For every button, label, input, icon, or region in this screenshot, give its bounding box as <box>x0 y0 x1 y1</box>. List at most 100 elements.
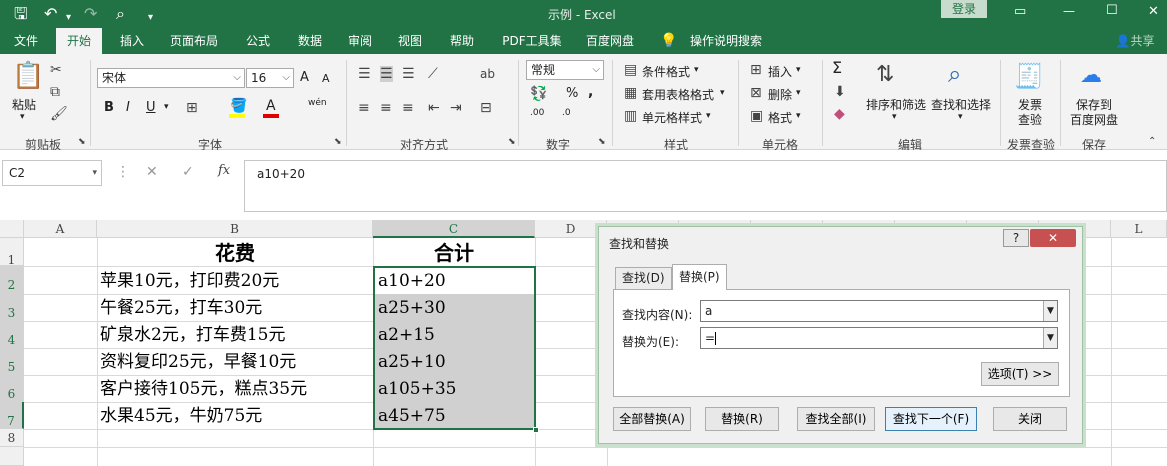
clear-icon[interactable]: ◆ <box>834 106 845 122</box>
tell-me-search[interactable]: 操作说明搜索 <box>684 28 768 54</box>
cell-style-icon[interactable]: ▥ <box>624 108 637 124</box>
options-button[interactable]: 选项(T) >> <box>981 362 1059 386</box>
percent-button[interactable]: % <box>566 86 578 101</box>
number-format-combo[interactable]: 常规 ⌵ <box>526 60 604 80</box>
replace-all-button[interactable]: 全部替换(A) <box>613 407 691 431</box>
row-header-1[interactable]: 1 <box>0 238 24 267</box>
invoice-check-label-2[interactable]: 查验 <box>1018 111 1042 128</box>
conditional-format-button[interactable]: 条件格式 <box>642 63 690 80</box>
share-button[interactable]: 👤共享 <box>1108 28 1162 54</box>
tab-pdf-tools[interactable]: PDF工具集 <box>494 28 570 54</box>
replace-with-input[interactable]: = ▼ <box>700 327 1058 349</box>
tab-formulas[interactable]: 公式 <box>236 28 280 54</box>
help-button[interactable]: ? <box>1003 229 1029 247</box>
redo-icon[interactable]: ↷ <box>84 4 97 24</box>
paste-dropdown-icon[interactable]: ▾ <box>20 112 25 122</box>
row-header-4[interactable]: 4 <box>0 321 24 348</box>
name-box[interactable]: C2 ▾ <box>2 160 102 186</box>
cell-b2[interactable]: 苹果10元，打印费20元 <box>100 268 372 294</box>
format-cells-button[interactable]: 格式 <box>768 109 792 126</box>
tab-home[interactable]: 开始 <box>56 28 102 54</box>
formula-input[interactable]: a10+20 <box>244 160 1167 212</box>
increase-decimal-button[interactable]: .00 <box>530 108 544 118</box>
find-select-icon[interactable]: ⌕ <box>948 60 961 88</box>
cell-c4[interactable]: a2+15 <box>378 322 532 348</box>
autosum-icon[interactable]: Σ <box>832 58 842 77</box>
format-cells-icon[interactable]: ▣ <box>750 108 763 124</box>
cancel-icon[interactable]: ✕ <box>146 164 158 180</box>
cell-b5[interactable]: 资料复印25元，早餐10元 <box>100 349 372 375</box>
fill-handle[interactable] <box>533 427 539 433</box>
tab-baidu-netdisk[interactable]: 百度网盘 <box>578 28 642 54</box>
sort-filter-button[interactable]: 排序和筛选 <box>866 96 926 113</box>
replace-button[interactable]: 替换(R) <box>705 407 779 431</box>
undo-icon[interactable]: ↶ <box>44 4 57 24</box>
print-preview-icon[interactable]: ⌕ <box>116 4 125 24</box>
invoice-check-icon[interactable]: 🧾 <box>1014 62 1044 90</box>
row-header-7[interactable]: 7 <box>0 402 24 429</box>
baidu-netdisk-icon[interactable]: ☁ <box>1080 62 1102 90</box>
find-select-button[interactable]: 查找和选择 <box>931 96 991 113</box>
row-header-9[interactable] <box>0 447 24 466</box>
cell-b6[interactable]: 客户接待105元，糕点35元 <box>100 376 372 402</box>
clipboard-launcher-icon[interactable]: ⬊ <box>78 134 86 150</box>
decrease-decimal-button[interactable]: .0 <box>562 108 571 118</box>
fill-icon[interactable]: ⬇ <box>834 84 846 100</box>
cell-b7[interactable]: 水果45元，牛奶75元 <box>100 403 372 429</box>
underline-dropdown-icon[interactable]: ▾ <box>164 102 169 112</box>
row-header-2[interactable]: 2 <box>0 266 24 294</box>
table-format-button[interactable]: 套用表格格式 <box>642 86 714 103</box>
pinyin-icon[interactable]: wén <box>308 98 327 108</box>
cell-c2[interactable]: a10+20 <box>378 268 532 294</box>
tab-review[interactable]: 审阅 <box>338 28 382 54</box>
cell-b3[interactable]: 午餐25元，打车30元 <box>100 295 372 321</box>
dialog-close-button[interactable]: 关闭 <box>993 407 1067 431</box>
copy-icon[interactable]: ⧉ <box>50 84 60 100</box>
column-header-a[interactable]: A <box>24 220 97 238</box>
row-header-5[interactable]: 5 <box>0 348 24 375</box>
select-all-corner[interactable] <box>0 220 24 238</box>
tab-help[interactable]: 帮助 <box>440 28 484 54</box>
insert-cells-button[interactable]: 插入 <box>768 63 792 80</box>
close-window-icon[interactable]: ✕ <box>1148 4 1159 19</box>
save-icon[interactable]: 🖫 <box>14 4 28 24</box>
cell-style-button[interactable]: 单元格样式 <box>642 109 702 126</box>
wrap-text-icon[interactable]: ab <box>480 66 495 82</box>
save-baidu-label-2[interactable]: 百度网盘 <box>1070 111 1118 128</box>
cell-c3[interactable]: a25+30 <box>378 295 532 321</box>
italic-button[interactable]: I <box>126 100 130 115</box>
cell-c7[interactable]: a45+75 <box>378 403 532 429</box>
tab-file[interactable]: 文件 <box>4 28 48 54</box>
dialog-close-icon[interactable]: ✕ <box>1030 229 1076 247</box>
increase-indent-icon[interactable]: ⇥ <box>450 100 462 116</box>
alignment-launcher-icon[interactable]: ⬊ <box>508 134 516 150</box>
align-top-icon[interactable]: ☰ <box>358 66 371 82</box>
merge-center-icon[interactable]: ⊟ <box>480 100 492 116</box>
paste-label[interactable]: 粘贴 <box>12 96 36 113</box>
fill-color-icon[interactable]: 🪣 <box>230 98 247 114</box>
font-name-combo[interactable]: 宋体 ⌵ <box>97 68 245 88</box>
table-format-icon[interactable]: ▦ <box>624 85 637 101</box>
column-header-l[interactable]: L <box>1111 220 1167 238</box>
cut-icon[interactable]: ✂ <box>50 62 62 78</box>
conditional-format-icon[interactable]: ▤ <box>624 62 637 78</box>
login-button[interactable]: 登录 <box>941 0 987 18</box>
ribbon-display-options-icon[interactable]: ▭ <box>1014 4 1026 19</box>
customize-toolbar-icon[interactable]: ▾ <box>148 8 153 28</box>
maximize-icon[interactable]: ☐ <box>1106 3 1118 18</box>
delete-cells-icon[interactable]: ⊠ <box>750 85 762 101</box>
font-size-combo[interactable]: 16 ⌵ <box>246 68 294 88</box>
collapse-ribbon-icon[interactable]: ⌃ <box>1148 134 1156 150</box>
sort-filter-icon[interactable]: ⇅ <box>876 62 894 88</box>
tab-page-layout[interactable]: 页面布局 <box>162 28 226 54</box>
align-right-icon[interactable]: ≡ <box>402 100 414 116</box>
paste-icon[interactable]: 📋 <box>12 62 44 90</box>
grow-font-icon[interactable]: A <box>300 70 309 85</box>
find-what-input[interactable]: a ▼ <box>700 300 1058 322</box>
tab-view[interactable]: 视图 <box>388 28 432 54</box>
format-painter-icon[interactable]: 🖌 <box>50 106 68 122</box>
delete-cells-button[interactable]: 删除 <box>768 86 792 103</box>
minimize-icon[interactable]: — <box>1063 4 1075 18</box>
align-left-icon[interactable]: ≡ <box>358 100 370 116</box>
shrink-font-icon[interactable]: A <box>322 72 330 85</box>
